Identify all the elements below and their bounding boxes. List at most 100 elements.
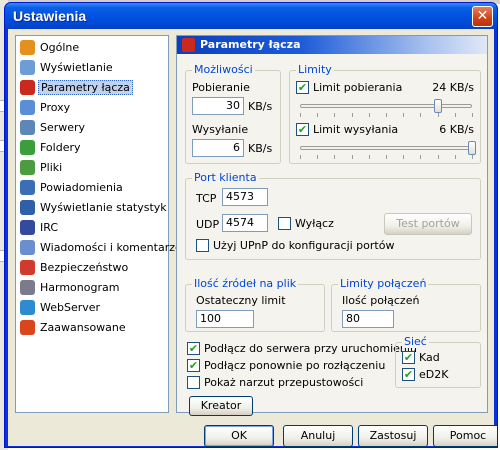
apply-button[interactable]: Zastosuj <box>358 425 428 447</box>
window-client-area: Ogólne Wyświetlanie Parametry łącza Proxy Se… <box>8 29 497 447</box>
upload-limit-slider-thumb[interactable] <box>468 141 476 155</box>
upload-limit-label: Limit wysyłania <box>313 123 399 136</box>
ok-button[interactable]: OK <box>204 425 274 447</box>
capacities-group: Możliwości Pobieranie 30 KB/s Wysyłanie … <box>185 63 281 164</box>
slider-tick <box>420 155 422 159</box>
close-button[interactable]: ✕ <box>472 6 493 27</box>
slider-tick <box>317 113 319 117</box>
connection-limits-group: Limity połączeń Ilość połączeń 80 <box>331 277 481 332</box>
connection-count-label: Ilość połączeń <box>342 294 420 307</box>
sidebar-item[interactable]: Serwery <box>20 119 165 137</box>
test-ports-button[interactable]: Test portów <box>384 213 472 235</box>
server-icon <box>20 120 35 135</box>
sidebar-item[interactable]: Pliki <box>20 159 165 177</box>
sidebar-item-label: Bezpieczeństwo <box>40 261 129 274</box>
sidebar-item[interactable]: Foldery <box>20 139 165 157</box>
connection-count-field[interactable]: 80 <box>342 310 394 328</box>
reconnect-checkbox[interactable]: ✔ <box>187 359 200 372</box>
sidebar-item-label: Wiadomości i komentarze <box>40 241 182 254</box>
connection-settings-panel: Parametry łącza Możliwości Pobieranie 30… <box>176 35 488 416</box>
upload-limit-checkbox[interactable]: ✔ <box>296 123 309 136</box>
sidebar-item-label: Zaawansowane <box>40 321 126 334</box>
upnp-checkbox[interactable] <box>196 239 209 252</box>
show-overhead-label: Pokaż narzut przepustowości <box>204 376 364 389</box>
download-capacity-field[interactable]: 30 <box>192 97 244 115</box>
upload-capacity-label: Wysyłanie <box>192 123 249 136</box>
sidebar-item-label: IRC <box>40 221 59 234</box>
sidebar-item-label: Powiadomienia <box>40 181 123 194</box>
network-group-title: Sieć <box>402 335 429 348</box>
show-overhead-checkbox[interactable] <box>187 376 200 389</box>
sidebar-item-label: Ogólne <box>40 41 80 54</box>
window-title: Ustawienia <box>13 8 87 24</box>
sidebar-item[interactable]: IRC <box>20 219 165 237</box>
ed2k-checkbox[interactable]: ✔ <box>402 368 415 381</box>
sidebar-item[interactable]: Harmonogram <box>20 279 165 297</box>
slider-tick <box>351 113 353 117</box>
limits-group-title: Limity <box>296 63 334 76</box>
tcp-port-label: TCP <box>196 192 217 205</box>
download-limit-value: 24 KB/s <box>432 81 474 94</box>
download-limit-slider[interactable] <box>300 104 472 108</box>
upload-limit-slider[interactable] <box>300 146 472 150</box>
slider-tick <box>368 155 370 159</box>
slider-tick <box>420 113 422 117</box>
tcp-port-field[interactable]: 4573 <box>222 188 268 206</box>
upnp-label: Użyj UPnP do konfiguracji portów <box>213 239 395 252</box>
connection-limits-group-title: Limity połączeń <box>338 277 429 290</box>
sources-group: Ilość źródeł na plik Ostateczny limit 10… <box>185 277 325 332</box>
cancel-button[interactable]: Anuluj <box>283 425 353 447</box>
sidebar-item-label: WebServer <box>40 301 101 314</box>
limits-group: Limity ✔ Limit pobierania 24 KB/s ✔ Limi… <box>289 63 481 164</box>
panel-header: Parametry łącza <box>177 36 487 54</box>
sidebar-item[interactable]: WebServer <box>20 299 165 317</box>
sidebar-item[interactable]: Zaawansowane <box>20 319 165 337</box>
kad-label: Kad <box>419 351 440 364</box>
slider-tick <box>300 155 301 159</box>
kad-checkbox[interactable]: ✔ <box>402 351 415 364</box>
network-group: Sieć ✔ Kad ✔ eD2K <box>395 335 481 388</box>
download-limit-slider-thumb[interactable] <box>433 99 442 113</box>
slider-tick <box>403 113 405 117</box>
slider-tick <box>386 113 387 117</box>
sidebar-item[interactable]: Parametry łącza <box>20 79 165 97</box>
wizard-button[interactable]: Kreator <box>189 396 253 416</box>
upload-capacity-unit: KB/s <box>248 142 273 155</box>
irc-icon <box>20 220 35 235</box>
sidebar-item-label: Pliki <box>40 161 63 174</box>
slider-tick <box>403 155 405 159</box>
sources-limit-field[interactable]: 100 <box>196 310 254 328</box>
upload-capacity-field[interactable]: 6 <box>192 139 244 157</box>
sidebar-item[interactable]: Proxy <box>20 99 165 117</box>
sidebar-item[interactable]: Ogólne <box>20 39 165 57</box>
sources-limit-label: Ostateczny limit <box>196 294 286 307</box>
sidebar-item[interactable]: Wiadomości i komentarze <box>20 239 182 257</box>
connect-on-start-checkbox[interactable]: ✔ <box>187 342 200 355</box>
title-bar[interactable]: Ustawienia ✕ <box>5 3 497 29</box>
connection-icon <box>20 80 35 95</box>
proxy-icon <box>20 100 35 115</box>
sidebar-item[interactable]: Bezpieczeństwo <box>20 259 165 277</box>
panel-title: Parametry łącza <box>200 38 301 51</box>
upload-limit-value: 6 KB/s <box>439 123 474 136</box>
advanced-icon <box>20 320 35 335</box>
disable-udp-label: Wyłącz <box>295 217 334 230</box>
sidebar-item[interactable]: Wyświetlanie statystyk <box>20 199 167 217</box>
scheduler-icon <box>20 280 35 295</box>
ed2k-label: eD2K <box>419 368 449 381</box>
sidebar-item[interactable]: Wyświetlanie <box>20 59 165 77</box>
notification-icon <box>20 180 35 195</box>
slider-tick <box>437 113 439 117</box>
disable-udp-checkbox[interactable] <box>278 217 291 230</box>
download-capacity-unit: KB/s <box>248 100 273 113</box>
sidebar-item-label: Wyświetlanie <box>40 61 113 74</box>
help-button[interactable]: Pomoc <box>433 425 497 447</box>
sidebar-item-label: Proxy <box>40 101 71 114</box>
download-limit-checkbox[interactable]: ✔ <box>296 81 309 94</box>
udp-port-field[interactable]: 4574 <box>222 214 268 232</box>
folder-icon <box>20 140 35 155</box>
sidebar-item[interactable]: Powiadomienia <box>20 179 165 197</box>
messages-icon <box>20 240 35 255</box>
slider-tick <box>317 155 319 159</box>
slider-tick <box>351 155 353 159</box>
